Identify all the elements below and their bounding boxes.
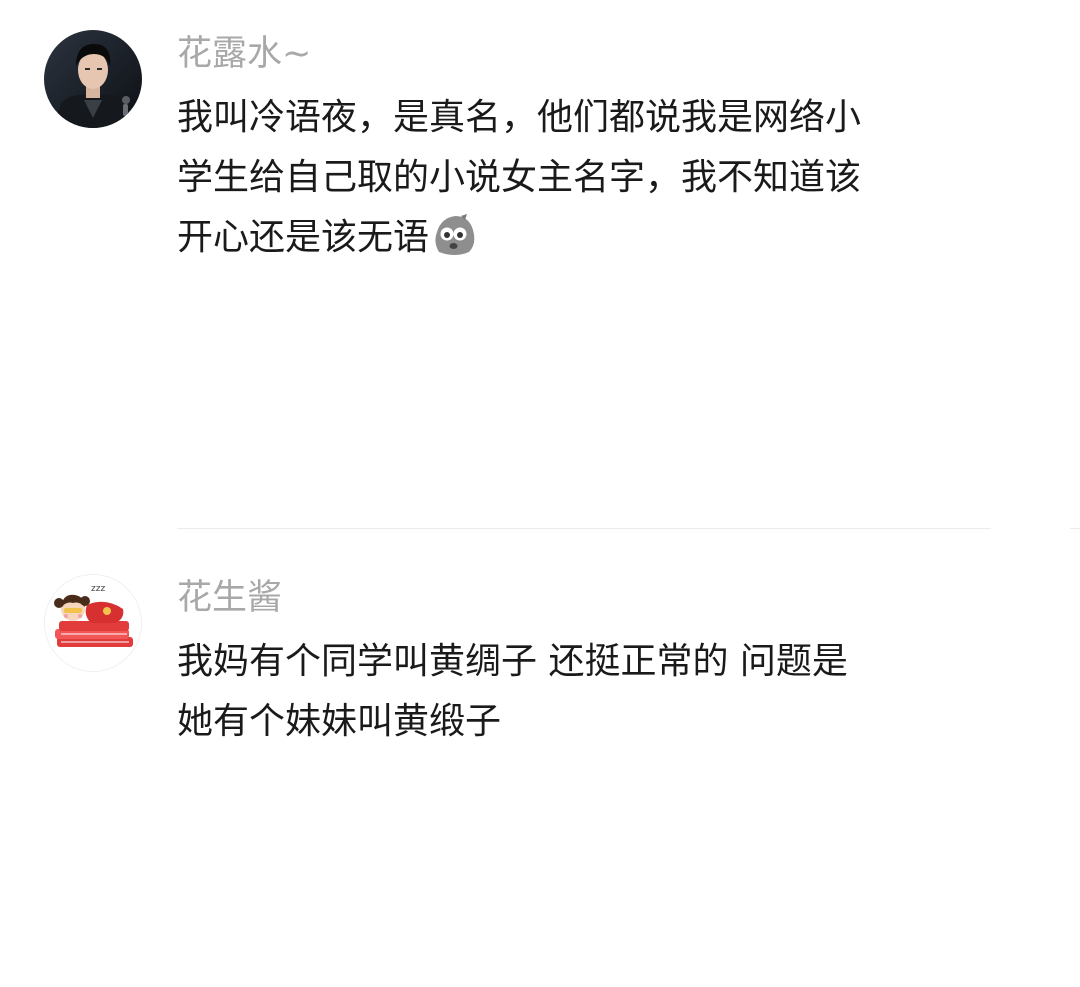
username[interactable]: 花生酱 — [177, 576, 282, 620]
comment-text-line: 她有个妹妹叫黄缎子 — [177, 701, 502, 742]
comment-text-fragment: 开心还是该无语 — [177, 217, 430, 258]
comment-text-line: 学生给自己取的小说女主名字，我不知道该 — [177, 157, 862, 198]
avatar[interactable] — [44, 30, 142, 128]
user-avatar-image: zzz — [45, 575, 141, 671]
comment-divider — [177, 528, 991, 529]
comment-text: 我妈有个同学叫黄绸子 还挺正常的 问题是 她有个妹妹叫黄缎子 — [177, 632, 937, 752]
username[interactable]: 花露水~ — [177, 32, 311, 76]
comment-text-line: 我妈有个同学叫黄绸子 还挺正常的 问题是 — [177, 641, 848, 682]
comment-item: 花露水~ 我叫冷语夜，是真名，他们都说我是网络小 学生给自己取的小说女主名字，我… — [0, 0, 1080, 500]
comment-text-line: 我叫冷语夜，是真名，他们都说我是网络小 — [177, 97, 862, 138]
avatar[interactable]: zzz — [44, 574, 142, 672]
comment-text: 我叫冷语夜，是真名，他们都说我是网络小 学生给自己取的小说女主名字，我不知道该 … — [177, 88, 937, 268]
svg-text:zzz: zzz — [91, 584, 105, 594]
speechless-stone-emoji-icon — [431, 212, 477, 258]
comment-item: zzz 花生酱 我妈有个同学叫黄绸子 还挺正常的 问题是 她有个妹妹叫黄缎子 — [0, 540, 1080, 987]
comment-text-line: 开心还是该无语 — [177, 208, 937, 268]
divider-edge — [1070, 528, 1080, 529]
user-avatar-image — [44, 30, 142, 128]
